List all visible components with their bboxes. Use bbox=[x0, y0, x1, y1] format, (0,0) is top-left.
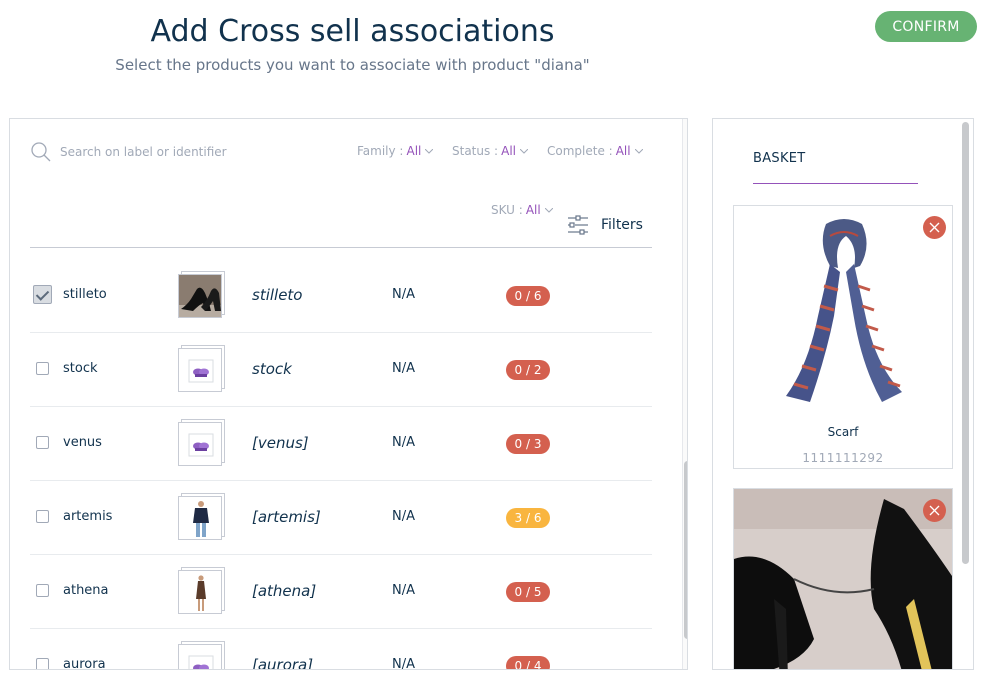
search-bar[interactable] bbox=[30, 141, 240, 163]
basket-item-identifier: 1111111292 bbox=[802, 451, 884, 465]
table-row[interactable]: stilleto stilleto N/A 0 / 6 bbox=[30, 259, 652, 333]
basket-item bbox=[733, 488, 953, 669]
remove-item-button[interactable] bbox=[923, 499, 946, 522]
row-checkbox[interactable] bbox=[36, 584, 49, 597]
complete-filter-value: All bbox=[615, 144, 631, 158]
row-label: [aurora] bbox=[252, 656, 314, 670]
filters-button[interactable]: Filters bbox=[567, 214, 643, 236]
family-filter[interactable]: Family : All bbox=[357, 144, 434, 158]
status-filter-label: Status : bbox=[452, 144, 499, 158]
person-image bbox=[196, 575, 206, 611]
row-label: [venus] bbox=[252, 434, 309, 452]
row-label: [artemis] bbox=[252, 508, 321, 526]
product-grid-panel: Family : All Status : All Complete : All… bbox=[9, 118, 688, 670]
placeholder-image-icon bbox=[188, 655, 214, 669]
chevron-down-icon bbox=[544, 207, 553, 213]
chevron-down-icon bbox=[634, 148, 643, 154]
row-checkbox[interactable] bbox=[36, 658, 49, 669]
completeness-badge: 3 / 6 bbox=[506, 508, 550, 528]
complete-filter[interactable]: Complete : All bbox=[547, 144, 643, 158]
completeness-badge: 0 / 4 bbox=[506, 656, 550, 669]
sliders-icon bbox=[568, 215, 588, 235]
product-thumbnail bbox=[178, 271, 225, 318]
heels-image bbox=[734, 489, 952, 669]
chevron-down-icon bbox=[520, 148, 528, 154]
row-identifier: athena bbox=[63, 583, 109, 598]
basket-title: BASKET bbox=[753, 151, 806, 166]
search-input[interactable] bbox=[60, 145, 240, 159]
table-row[interactable]: venus [venus] N/A 0 / 3 bbox=[30, 407, 652, 481]
basket-panel: BASKET Scarf 1111111292 bbox=[712, 118, 974, 670]
row-label: stock bbox=[252, 360, 292, 378]
page-subtitle: Select the products you want to associat… bbox=[115, 56, 590, 74]
row-checkbox[interactable] bbox=[36, 436, 49, 449]
family-filter-value: All bbox=[406, 144, 422, 158]
row-label: stilleto bbox=[252, 286, 303, 304]
grid-header-divider bbox=[30, 247, 652, 248]
grid-scrollbar[interactable] bbox=[682, 119, 687, 669]
product-thumbnail bbox=[178, 641, 225, 669]
row-label: [athena] bbox=[252, 582, 317, 600]
scarf-image bbox=[786, 219, 902, 402]
complete-filter-label: Complete : bbox=[547, 144, 613, 158]
row-checkbox[interactable] bbox=[36, 362, 49, 375]
placeholder-image-icon bbox=[188, 433, 214, 457]
product-rows: stilleto stilleto N/A 0 / 6 stock stock … bbox=[30, 259, 652, 670]
confirm-button[interactable]: CONFIRM bbox=[875, 11, 977, 42]
completeness-badge: 0 / 6 bbox=[506, 286, 550, 306]
placeholder-image-icon bbox=[188, 359, 214, 383]
status-filter[interactable]: Status : All bbox=[452, 144, 528, 158]
person-image bbox=[193, 501, 209, 537]
product-thumbnail bbox=[178, 493, 225, 540]
close-icon bbox=[929, 222, 940, 233]
shoe-image bbox=[179, 275, 221, 317]
row-checkbox[interactable] bbox=[36, 510, 49, 523]
row-identifier: stilleto bbox=[63, 287, 107, 302]
remove-item-button[interactable] bbox=[923, 216, 946, 239]
product-thumbnail bbox=[178, 345, 225, 392]
filters-button-label: Filters bbox=[601, 217, 643, 233]
table-row[interactable]: stock stock N/A 0 / 2 bbox=[30, 333, 652, 407]
row-identifier: aurora bbox=[63, 657, 106, 670]
chevron-down-icon bbox=[425, 148, 434, 154]
row-identifier: artemis bbox=[63, 509, 113, 524]
row-identifier: stock bbox=[63, 361, 98, 376]
product-thumbnail bbox=[178, 567, 225, 614]
table-row[interactable]: athena [athena] N/A 0 / 5 bbox=[30, 555, 652, 629]
row-value: N/A bbox=[392, 583, 415, 598]
close-icon bbox=[929, 505, 940, 516]
basket-item-name: Scarf bbox=[827, 425, 859, 439]
page-title: Add Cross sell associations bbox=[150, 14, 555, 49]
row-value: N/A bbox=[392, 361, 415, 376]
completeness-badge: 0 / 2 bbox=[506, 360, 550, 380]
product-thumbnail bbox=[178, 419, 225, 466]
completeness-badge: 0 / 5 bbox=[506, 582, 550, 602]
table-row[interactable]: artemis [artemis] N/A 3 / 6 bbox=[30, 481, 652, 555]
sku-filter-label: SKU : bbox=[491, 203, 523, 217]
table-row[interactable]: aurora [aurora] N/A 0 / 4 bbox=[30, 629, 652, 670]
row-value: N/A bbox=[392, 435, 415, 450]
grid-scrollbar-thumb[interactable] bbox=[684, 461, 687, 639]
row-value: N/A bbox=[392, 657, 415, 670]
status-filter-value: All bbox=[501, 144, 516, 158]
row-identifier: venus bbox=[63, 435, 102, 450]
row-value: N/A bbox=[392, 509, 415, 524]
search-icon bbox=[31, 142, 51, 162]
sku-filter-value: All bbox=[525, 203, 541, 217]
basket-item: Scarf 1111111292 bbox=[733, 205, 953, 469]
row-value: N/A bbox=[392, 287, 415, 302]
basket-title-underline bbox=[753, 183, 918, 184]
family-filter-label: Family : bbox=[357, 144, 404, 158]
row-checkbox[interactable] bbox=[33, 285, 52, 304]
sku-filter[interactable]: SKU : All bbox=[491, 203, 553, 217]
completeness-badge: 0 / 3 bbox=[506, 434, 550, 454]
basket-scrollbar-thumb[interactable] bbox=[962, 122, 969, 564]
